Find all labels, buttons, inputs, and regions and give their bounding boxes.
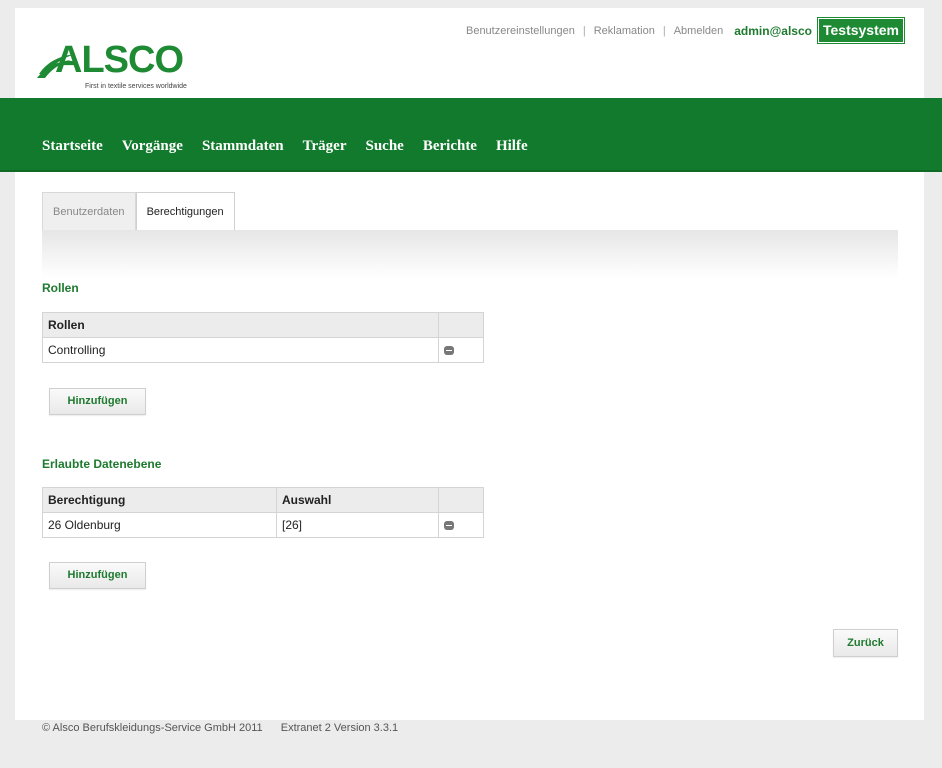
link-separator: | (582, 24, 586, 37)
remove-cell (438, 512, 484, 538)
nav-hilfe[interactable]: Hilfe (496, 138, 528, 155)
roles-table: Rollen Controlling (42, 312, 484, 363)
footer-version: Extranet 2 Version 3.3.1 (280, 722, 399, 734)
logo-wordmark: ALSCO (55, 39, 184, 81)
column-header: Rollen (42, 312, 439, 338)
selection-cell: [26] (276, 512, 439, 538)
column-header (438, 312, 484, 338)
tab-content-header (42, 230, 898, 278)
nav-traeger[interactable]: Träger (303, 138, 347, 155)
logo-tagline: First in textile services worldwide (85, 83, 187, 90)
testsystem-badge: Testsystem (816, 17, 906, 44)
remove-cell (438, 337, 484, 363)
column-header (438, 487, 484, 513)
logout-link[interactable]: Abmelden (674, 25, 724, 37)
data-level-section-title: Erlaubte Datenebene (42, 457, 162, 471)
remove-role-icon[interactable] (444, 346, 454, 356)
role-cell: Controlling (42, 337, 439, 363)
add-role-button[interactable]: Hinzufügen (49, 388, 146, 415)
current-user: admin@alsco (734, 23, 812, 38)
tab-benutzerdaten[interactable]: Benutzerdaten (42, 192, 136, 230)
footer: © Alsco Berufskleidungs-Service GmbH 201… (42, 722, 398, 734)
top-links: Benutzereinstellungen | Reklamation | Ab… (466, 17, 906, 44)
permission-cell: 26 Oldenburg (42, 512, 277, 538)
main-nav: Startseite Vorgänge Stammdaten Träger Su… (0, 98, 942, 172)
nav-stammdaten[interactable]: Stammdaten (202, 138, 284, 155)
nav-vorgaenge[interactable]: Vorgänge (122, 138, 183, 155)
user-settings-link[interactable]: Benutzereinstellungen (466, 25, 575, 37)
table-header-row: Rollen (42, 312, 484, 338)
link-separator: | (662, 24, 666, 37)
column-header: Auswahl (276, 487, 439, 513)
roles-section-title: Rollen (42, 281, 79, 295)
nav-suche[interactable]: Suche (365, 138, 403, 155)
tab-bar: Benutzerdaten Berechtigungen (42, 192, 235, 230)
add-data-level-button[interactable]: Hinzufügen (49, 562, 146, 589)
complaint-link[interactable]: Reklamation (594, 25, 655, 37)
table-row: Controlling (42, 337, 484, 363)
table-row: 26 Oldenburg [26] (42, 512, 484, 538)
remove-data-level-icon[interactable] (444, 521, 454, 531)
alsco-logo[interactable]: ALSCO First in textile services worldwid… (37, 40, 197, 94)
footer-copyright: © Alsco Berufskleidungs-Service GmbH 201… (42, 722, 263, 734)
nav-startseite[interactable]: Startseite (42, 138, 103, 155)
back-button[interactable]: Zurück (833, 629, 898, 657)
table-header-row: Berechtigung Auswahl (42, 487, 484, 513)
column-header: Berechtigung (42, 487, 277, 513)
data-level-table: Berechtigung Auswahl 26 Oldenburg [26] (42, 487, 484, 538)
nav-berichte[interactable]: Berichte (423, 138, 477, 155)
tab-berechtigungen[interactable]: Berechtigungen (135, 192, 235, 230)
